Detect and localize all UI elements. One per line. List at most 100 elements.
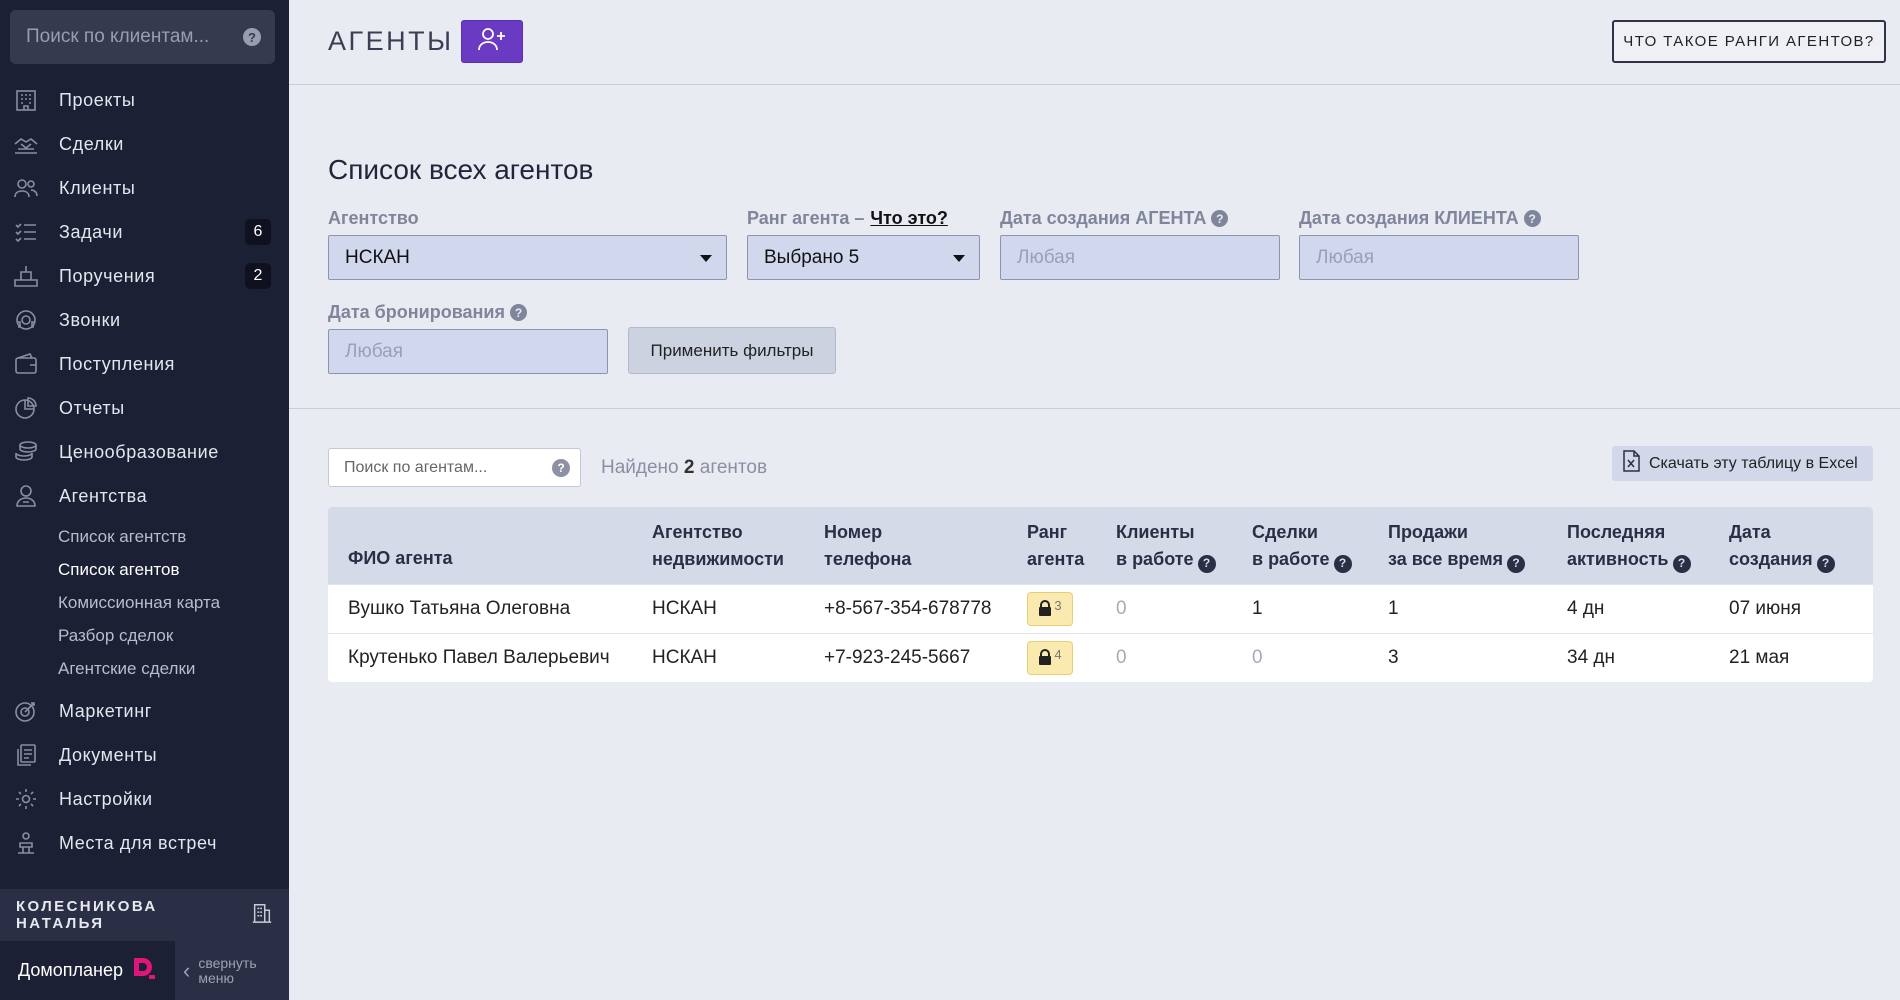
- col-header-sales[interactable]: Продажи за все время?: [1388, 519, 1526, 573]
- nav-item-settings[interactable]: Настройки: [0, 777, 289, 821]
- wallet-icon: [13, 351, 39, 377]
- col-header-agency-line1: Агентство: [652, 522, 743, 542]
- nav-label: Документы: [59, 744, 158, 765]
- brand-logo-icon: [131, 955, 157, 986]
- agent-search-input[interactable]: Поиск по агентам... ?: [328, 448, 581, 487]
- nav-label: Места для встреч: [59, 832, 218, 853]
- col-header-activity[interactable]: Последняя активность?: [1567, 519, 1691, 573]
- subnav-agency-deals[interactable]: Агентские сделки: [58, 652, 289, 685]
- help-icon[interactable]: ?: [1197, 554, 1216, 573]
- clients-icon: [13, 175, 39, 201]
- table-row[interactable]: Вушко Татьяна Олеговна НСКАН +8-567-354-…: [328, 584, 1873, 633]
- booking-date-input[interactable]: Любая: [328, 329, 608, 374]
- nav-item-marketing[interactable]: Маркетинг: [0, 689, 289, 733]
- rank-value: 4: [1054, 646, 1062, 662]
- page-header: АГЕНТЫ ЧТО ТАКОЕ РАНГИ АГЕНТОВ?: [289, 0, 1900, 85]
- collapse-menu-button[interactable]: ‹ свернуть меню: [175, 941, 289, 1000]
- subnav-agencies-list[interactable]: Список агентств: [58, 520, 289, 553]
- nav-item-calls[interactable]: Звонки: [0, 298, 289, 342]
- nav-label: Маркетинг: [59, 700, 152, 721]
- client-search-input[interactable]: Поиск по клиентам... ?: [10, 10, 275, 64]
- agencies-subnav: Список агентств Список агентов Комиссион…: [0, 518, 289, 689]
- col-header-deals[interactable]: Сделки в работе?: [1252, 519, 1352, 573]
- rank-badge[interactable]: 3: [1027, 592, 1073, 626]
- nav-item-income[interactable]: Поступления: [0, 342, 289, 386]
- subnav-commission-map[interactable]: Комиссионная карта: [58, 586, 289, 619]
- collapse-label: свернуть меню: [198, 954, 257, 986]
- col-header-rank[interactable]: Ранг агента: [1027, 519, 1084, 573]
- help-icon[interactable]: ?: [552, 458, 570, 477]
- target-icon: [13, 698, 39, 724]
- nav-item-meeting-places[interactable]: Места для встреч: [0, 821, 289, 865]
- help-icon[interactable]: ?: [1333, 554, 1352, 573]
- help-icon[interactable]: ?: [1211, 210, 1229, 227]
- nav-item-tasks[interactable]: Задачи 6: [0, 210, 289, 254]
- nav-item-projects[interactable]: Проекты: [0, 78, 289, 122]
- nav-label: Ценообразование: [59, 441, 219, 462]
- cell-created: 07 июня: [1729, 598, 1802, 619]
- help-icon[interactable]: ?: [1507, 554, 1526, 573]
- col-header-created-line2: создания: [1729, 549, 1813, 569]
- nav-item-documents[interactable]: Документы: [0, 733, 289, 777]
- nav-item-reports[interactable]: Отчеты: [0, 386, 289, 430]
- help-icon[interactable]: ?: [1816, 554, 1835, 573]
- col-header-agency[interactable]: Агентство недвижимости: [652, 519, 784, 573]
- rank-value: 3: [1054, 597, 1062, 613]
- cell-agency: НСКАН: [652, 598, 717, 619]
- col-header-name[interactable]: ФИО агента: [348, 545, 453, 572]
- nav-label: Поступления: [59, 353, 175, 374]
- col-header-clients-line1: Клиенты: [1116, 522, 1195, 542]
- main-content: АГЕНТЫ ЧТО ТАКОЕ РАНГИ АГЕНТОВ? Список в…: [289, 0, 1900, 1000]
- help-icon[interactable]: ?: [243, 28, 261, 46]
- help-icon[interactable]: ?: [509, 304, 527, 321]
- help-icon[interactable]: ?: [1672, 554, 1691, 573]
- nav-item-assignments[interactable]: Поручения 2: [0, 254, 289, 298]
- col-header-sales-line2: за все время: [1388, 549, 1504, 569]
- office-building-icon[interactable]: [251, 902, 273, 929]
- client-date-input[interactable]: Любая: [1299, 235, 1579, 280]
- nav-item-pricing[interactable]: Ценообразование: [0, 430, 289, 474]
- apply-filters-button[interactable]: Применить фильтры: [628, 327, 836, 374]
- col-header-agency-line2: недвижимости: [652, 549, 784, 569]
- coins-icon: [13, 439, 39, 465]
- agents-table: ФИО агента Агентство недвижимости Номер …: [328, 507, 1873, 682]
- table-row[interactable]: Крутенько Павел Валерьевич НСКАН +7-923-…: [328, 633, 1873, 682]
- cell-agent-name[interactable]: Вушко Татьяна Олеговна: [348, 585, 570, 633]
- page-title: АГЕНТЫ: [328, 26, 454, 56]
- add-user-icon: [477, 26, 507, 57]
- col-header-created[interactable]: Дата создания?: [1729, 519, 1835, 573]
- found-prefix: Найдено: [601, 457, 679, 478]
- subnav-agents-list[interactable]: Список агентов: [58, 553, 289, 586]
- found-count-text: Найдено 2 агентов: [601, 457, 767, 479]
- caret-down-icon: [700, 255, 712, 262]
- cell-rank: 4: [1027, 634, 1073, 682]
- nav-label: Агентства: [59, 485, 148, 506]
- found-count: 2: [683, 457, 695, 478]
- user-bar[interactable]: КОЛЕСНИКОВА НАТАЛЬЯ: [0, 889, 289, 941]
- col-header-phone[interactable]: Номер телефона: [824, 519, 911, 573]
- user-name: КОЛЕСНИКОВА НАТАЛЬЯ: [16, 898, 158, 932]
- cell-created: 21 мая: [1729, 647, 1790, 668]
- nav-item-deals[interactable]: Сделки: [0, 122, 289, 166]
- agency-select[interactable]: НСКАН: [328, 235, 727, 280]
- cell-agent-name[interactable]: Крутенько Павел Валерьевич: [348, 634, 610, 682]
- add-agent-button[interactable]: [461, 20, 523, 63]
- subnav-deals-review[interactable]: Разбор сделок: [58, 619, 289, 652]
- cell-deals: 0: [1252, 647, 1263, 668]
- nav-label: Поручения: [59, 265, 156, 286]
- col-header-clients[interactable]: Клиенты в работе?: [1116, 519, 1216, 573]
- nav-item-agencies[interactable]: Агентства: [0, 474, 289, 518]
- brand-logo[interactable]: Домопланер: [0, 941, 175, 1000]
- agent-date-input[interactable]: Любая: [1000, 235, 1280, 280]
- rank-what-is-link[interactable]: Что это?: [870, 208, 948, 229]
- col-header-activity-line2: активность: [1567, 549, 1669, 569]
- rank-select[interactable]: Выбрано 5: [747, 235, 980, 280]
- help-icon[interactable]: ?: [1523, 210, 1541, 227]
- rank-badge[interactable]: 4: [1027, 641, 1073, 675]
- download-excel-button[interactable]: Скачать эту таблицу в Excel: [1612, 446, 1873, 481]
- download-excel-label: Скачать эту таблицу в Excel: [1649, 454, 1858, 472]
- nav-item-clients[interactable]: Клиенты: [0, 166, 289, 210]
- sidebar: Поиск по клиентам... ? Проекты Сделки Кл…: [0, 0, 289, 1000]
- table-header: ФИО агента Агентство недвижимости Номер …: [328, 507, 1873, 584]
- agent-ranks-info-button[interactable]: ЧТО ТАКОЕ РАНГИ АГЕНТОВ?: [1612, 20, 1886, 63]
